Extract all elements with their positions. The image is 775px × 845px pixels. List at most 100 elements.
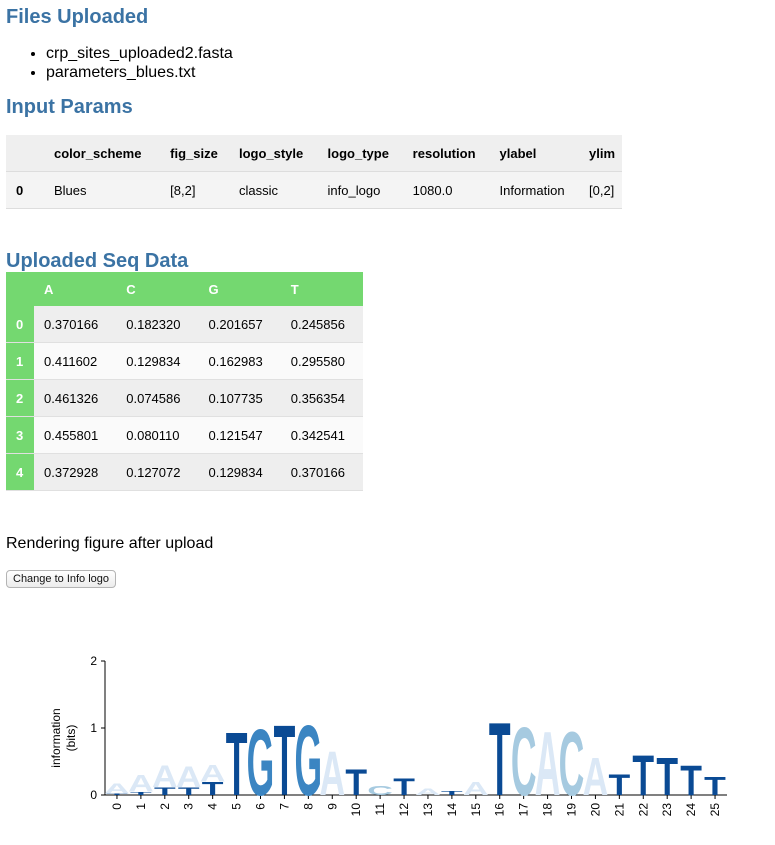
logo-letter-C: C [511,706,537,816]
table-cell: 0.370166 [280,453,363,491]
table-cell: 0.356354 [280,379,363,417]
row-index: 4 [6,453,34,491]
table-cell: 0.129834 [198,453,281,491]
change-logo-button[interactable]: Change to Info logo [6,570,117,588]
logo-letter-T: T [441,790,463,796]
table-cell: 0.162983 [198,342,281,380]
x-tick-label: 21 [612,803,626,817]
logo-letter-G: G [295,704,323,816]
row-index: 1 [6,342,34,380]
table-row: 0 0.370166 0.182320 0.201657 0.245856 [6,306,363,343]
uploaded-files-list: crp_sites_uploaded2.fasta parameters_blu… [8,44,233,82]
table-cell: 1080.0 [402,171,490,209]
x-tick-label: 11 [373,803,387,816]
logo-letter-T: T [489,703,511,818]
column-header: logo_type [327,145,389,161]
logo-letter-G: G [247,710,275,816]
y-axis-label: information [49,708,63,767]
seq-data-table: A C G T 0 0.370166 0.182320 0.201657 0.2… [6,272,363,491]
table-row: 4 0.372928 0.127072 0.129834 0.370166 [6,453,363,491]
column-header: ylabel [499,145,537,161]
table-cell: 0.295580 [280,342,363,380]
table-header-row: A C G T [6,272,363,306]
logo-letter-T: T [656,747,678,807]
table-cell: 0.372928 [34,453,117,491]
logo-letter-A: A [176,760,202,794]
logo-letter-A: A [463,779,489,800]
table-cell: classic [228,171,318,209]
column-header: T [280,272,363,306]
list-item: crp_sites_uploaded2.fasta [46,44,233,63]
x-tick-label: 2 [158,803,172,810]
logo-letter-T: T [608,768,630,802]
table-cell: 0.121547 [198,416,281,454]
render-status-text: Rendering figure after upload [6,535,214,552]
input-params-title: Input Params [6,96,133,118]
row-index: 2 [6,379,34,417]
column-header: C [116,272,199,306]
chart-letters: TA TA TA TA TA T G T GA T C T A T A T CACA T T T T T [104,703,726,818]
y-axis-label: (bits) [64,725,78,752]
logo-letter-A: A [415,786,441,797]
table-cell: 0.411602 [34,342,117,380]
x-tick-label: 1 [134,803,148,810]
y-tick-label: 2 [90,654,97,668]
table-cell: 0.107735 [198,379,281,417]
table-header-row: color_scheme fig_size logo_style logo_ty… [6,135,622,172]
table-cell: Information [489,171,579,209]
logo-letter-C: C [559,712,585,815]
table-cell: 0.245856 [280,306,363,343]
input-params-table: color_scheme fig_size logo_style logo_ty… [6,135,622,209]
x-tick-label: 14 [445,803,459,817]
table-cell: 0.370166 [34,306,117,343]
logo-letter-T: T [632,744,654,808]
table-row: 3 0.455801 0.080110 0.121547 0.342541 [6,416,363,454]
x-tick-label: 4 [206,803,220,810]
table-cell: Blues [44,171,161,209]
table-cell: 0.074586 [116,379,199,417]
table-cell: 0.201657 [198,306,281,343]
logo-letter-A: A [104,780,130,797]
table-row: 0 Blues [8,2] classic info_logo 1080.0 I… [6,171,622,209]
column-header [6,135,44,172]
logo-letter-C: C [367,783,393,798]
logo-letter-T: T [704,772,726,801]
column-header: A [34,272,117,306]
column-header: resolution [412,145,476,161]
table-cell: 0.455801 [34,416,117,454]
column-header [6,272,34,306]
logo-letter-A: A [319,738,345,808]
table-cell: 0.127072 [116,453,199,491]
logo-letter-T: T [274,704,296,816]
logo-letter-T: T [226,713,248,814]
table-cell: 0.461326 [34,379,117,417]
logo-letter-T: T [345,761,367,803]
uploaded-seq-data-title: Uploaded Seq Data [6,250,189,272]
table-row: 1 0.411602 0.129834 0.162983 0.295580 [6,342,363,380]
row-index: 3 [6,416,34,454]
x-tick-label: 0 [110,803,124,810]
x-tick-label: 15 [469,803,483,817]
list-item: parameters_blues.txt [46,63,233,82]
logo-letter-T: T [680,757,702,805]
column-header: G [198,272,281,306]
logo-letter-T: T [393,774,415,801]
table-cell: info_logo [317,171,403,209]
x-tick-label: 3 [182,803,196,810]
table-cell: [8,2] [160,171,229,209]
y-tick-label: 0 [90,788,97,802]
files-uploaded-title: Files Uploaded [6,6,149,28]
column-header: fig_size [170,145,218,161]
logo-letter-A: A [583,747,609,807]
x-tick-label: 13 [421,803,435,817]
column-header: color_scheme [54,145,142,161]
table-cell: [0,2] [579,171,622,209]
sequence-logo-chart: 012information (bits)0 1 2 3 4 5 6 7 8 9 10 11 12 13 14… [49,654,727,818]
row-index: 0 [6,171,44,209]
y-tick-label: 1 [90,721,97,735]
logo-letter-A: A [535,712,561,815]
x-tick-label: 25 [708,803,722,817]
table-cell: 0.129834 [116,342,199,380]
x-tick-label: 12 [397,803,411,817]
logo-letter-A: A [128,770,154,797]
